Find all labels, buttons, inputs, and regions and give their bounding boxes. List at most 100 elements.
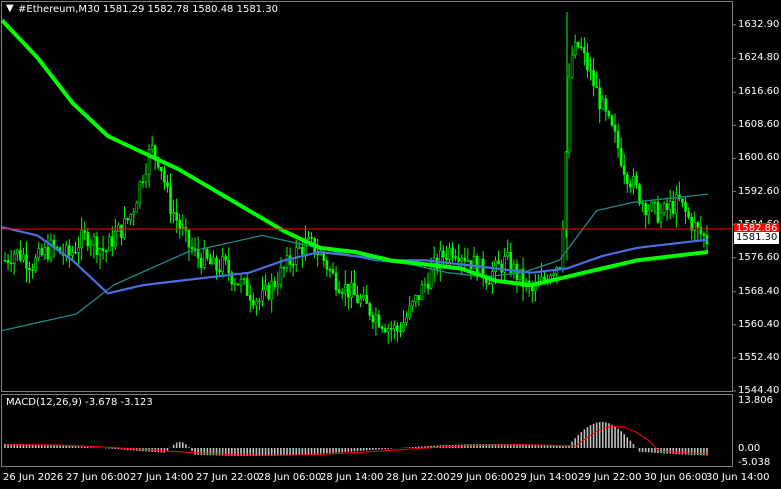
candle-body xyxy=(141,181,145,184)
candle-body xyxy=(365,294,369,304)
candle-body xyxy=(359,298,362,304)
time-tick-label: 29 Jun 14:00 xyxy=(514,472,578,483)
candle-body xyxy=(589,69,592,72)
time-tick-label: 30 Jun 06:00 xyxy=(644,472,708,483)
price-tick-label: 1592.60 xyxy=(738,185,780,197)
candle-body xyxy=(445,256,448,260)
candle-body xyxy=(429,268,433,289)
candle-body xyxy=(632,176,635,188)
price-tick-label: 1560.40 xyxy=(738,318,780,330)
candle-body xyxy=(279,267,283,286)
candle-body xyxy=(187,229,191,248)
candle-body xyxy=(638,184,641,204)
candle-body xyxy=(328,268,332,271)
candle-body xyxy=(684,201,687,212)
time-tick-label: 29 Jun 22:00 xyxy=(578,472,642,483)
candle-body xyxy=(417,295,421,300)
chart-canvas[interactable] xyxy=(0,0,781,489)
macd-tick-zero: 0.00 xyxy=(738,443,761,454)
candle-body xyxy=(150,145,154,150)
candle-body xyxy=(294,247,298,265)
candle-body xyxy=(347,283,350,298)
candle-body xyxy=(393,325,396,330)
candle-body xyxy=(647,210,651,216)
candle-body xyxy=(68,245,71,256)
candle-body xyxy=(340,292,344,294)
candle-body xyxy=(665,203,669,210)
candle-body xyxy=(6,260,10,264)
candle-body xyxy=(248,295,252,301)
time-tick-label: 28 Jun 06:00 xyxy=(258,472,322,483)
candle-body xyxy=(414,295,418,302)
time-tick-label: 30 Jun 14:00 xyxy=(706,472,770,483)
candle-body xyxy=(190,246,194,250)
candle-body xyxy=(322,253,326,261)
candle-body xyxy=(242,278,246,280)
candle-body xyxy=(331,269,335,274)
candle-body xyxy=(209,257,212,265)
candle-body xyxy=(181,227,185,229)
price-tick-label: 1568.40 xyxy=(738,285,780,297)
candle-body xyxy=(114,230,117,247)
candle-body xyxy=(49,239,53,260)
price-tick-label: 1608.60 xyxy=(738,119,780,131)
candle-body xyxy=(92,236,96,246)
time-tick-label: 27 Jun 14:00 xyxy=(130,472,194,483)
candle-body xyxy=(641,203,644,205)
candle-body xyxy=(110,236,114,247)
candle-body xyxy=(625,174,629,185)
candle-body xyxy=(561,228,565,269)
candle-body xyxy=(175,212,178,221)
candle-body xyxy=(463,257,467,262)
candle-body xyxy=(586,52,589,71)
price-tick-label: 1632.90 xyxy=(738,18,780,30)
candle-body xyxy=(389,328,393,330)
candle-body xyxy=(166,181,169,187)
time-tick-label: 26 Jun 2026 xyxy=(3,472,64,483)
price-tick-label: 1616.60 xyxy=(738,86,780,98)
candle-body xyxy=(607,110,611,117)
candle-body xyxy=(699,226,703,235)
candle-body xyxy=(98,248,102,255)
time-tick-label: 28 Jun 14:00 xyxy=(320,472,384,483)
candle-body xyxy=(319,253,323,255)
candle-body xyxy=(583,47,586,54)
candle-body xyxy=(163,170,166,183)
candle-body xyxy=(215,257,218,271)
candle-body xyxy=(307,237,310,240)
candle-body xyxy=(15,249,19,255)
macd-tick-top: 13.806 xyxy=(738,395,773,406)
candle-body xyxy=(233,283,237,286)
candle-body xyxy=(65,245,68,256)
candle-body xyxy=(613,124,617,132)
candle-body xyxy=(25,254,28,269)
candle-body xyxy=(43,247,47,256)
candle-body xyxy=(580,46,583,49)
candle-body xyxy=(101,248,105,252)
candle-body xyxy=(702,233,706,236)
candle-body xyxy=(420,284,424,300)
candle-body xyxy=(601,98,605,110)
candle-body xyxy=(239,278,243,286)
price-tick-label: 1576.60 xyxy=(738,251,780,263)
candle-body xyxy=(169,186,172,214)
candle-body xyxy=(494,260,497,272)
candle-body xyxy=(46,247,50,260)
ohlc-readout: 1581.29 1582.78 1580.48 1581.30 xyxy=(103,4,278,15)
candle-body xyxy=(258,300,261,303)
candle-body xyxy=(687,211,690,218)
candle-body xyxy=(107,236,111,252)
candle-body xyxy=(448,247,451,260)
candle-body xyxy=(285,255,289,268)
candle-body xyxy=(310,237,313,239)
candle-body xyxy=(202,249,206,268)
candle-body xyxy=(610,115,614,126)
candle-body xyxy=(405,317,408,323)
menu-arrow-icon[interactable]: ▼ xyxy=(6,3,14,15)
candle-body xyxy=(34,257,37,271)
candle-body xyxy=(31,269,34,271)
candle-body xyxy=(212,257,215,265)
candle-body xyxy=(671,201,675,214)
price-tick-label: 1552.40 xyxy=(738,351,780,363)
candle-body xyxy=(199,257,203,268)
